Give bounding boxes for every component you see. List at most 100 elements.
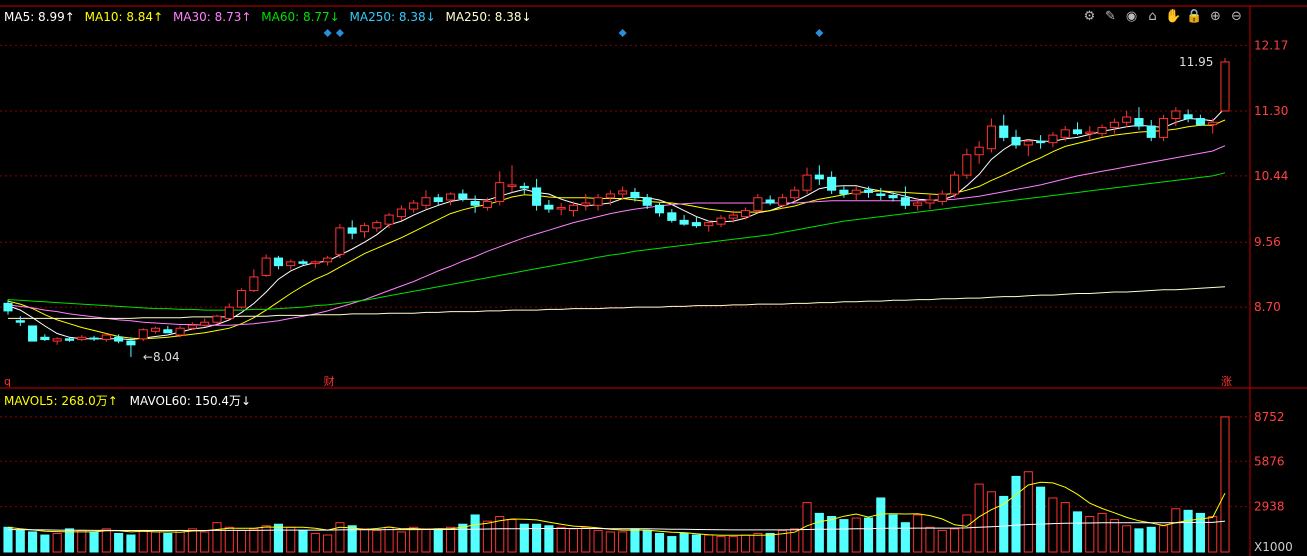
event-marker-diamond — [335, 29, 344, 37]
volume-bar — [495, 516, 505, 553]
candle-body — [495, 182, 505, 203]
ma250b-legend: MA250: 8.38↓ — [445, 10, 532, 24]
candle-body — [138, 329, 148, 340]
bottom-marker: q — [4, 375, 11, 388]
volume-bar — [396, 531, 406, 553]
volume-bar — [937, 529, 947, 553]
volume-bar — [335, 522, 345, 553]
volume-bar — [1023, 471, 1033, 553]
volume-bar — [507, 519, 517, 553]
volume-bar — [286, 526, 296, 553]
candle-body — [937, 193, 947, 203]
candle-body — [900, 197, 910, 206]
candle-body — [654, 204, 665, 214]
volume-bar — [581, 526, 591, 553]
price-tick-label: 12.17 — [1254, 38, 1288, 52]
ma-line-ma60 — [7, 172, 1226, 311]
candle-body — [445, 193, 456, 201]
candle-body — [544, 204, 554, 210]
volume-bar — [544, 525, 554, 553]
volume-bar — [568, 528, 579, 553]
ma60-legend: MA60: 8.77↓ — [261, 10, 340, 24]
candle-body — [1122, 116, 1132, 123]
candle-body — [150, 327, 161, 332]
zoom-out-icon[interactable]: ⊖ — [1228, 8, 1245, 25]
volume-bar — [618, 531, 628, 553]
candle-body — [224, 306, 234, 319]
volume-bar — [310, 532, 320, 553]
candle-body — [384, 214, 394, 225]
volume-unit-label: X1000 — [1254, 540, 1293, 554]
volume-bar — [790, 528, 800, 553]
candle-body — [568, 204, 579, 212]
settings-icon[interactable]: ⚙ — [1081, 8, 1098, 25]
volume-bar — [986, 491, 996, 553]
candle-body — [482, 201, 492, 209]
candle-body — [839, 189, 849, 195]
candle-body — [458, 193, 468, 199]
volume-bar — [64, 528, 75, 553]
chart-stage: MA5: 8.99↑ MA10: 8.84↑ MA30: 8.73↑ MA60:… — [0, 0, 1307, 556]
volume-bar — [1097, 512, 1107, 553]
mavol5-legend: MAVOL5: 268.0万↑ — [4, 394, 118, 408]
price-annotation: 11.95 — [1179, 55, 1213, 69]
candle-body — [777, 197, 788, 206]
volume-bar — [863, 517, 874, 553]
candle-body — [986, 125, 996, 150]
volume-bar — [175, 529, 185, 553]
candle-body — [1060, 129, 1070, 138]
volume-bar — [359, 528, 370, 553]
volume-bar — [347, 525, 357, 553]
candle-body — [765, 199, 775, 204]
price-annotation: ←8.04 — [143, 350, 180, 364]
candle-body — [605, 193, 615, 199]
volume-bar — [224, 526, 234, 553]
candle-body — [691, 222, 701, 227]
candle-body — [64, 338, 75, 341]
candle-body — [999, 125, 1009, 138]
volume-bar — [753, 532, 763, 553]
volume-bar — [827, 516, 837, 553]
candle-body — [1072, 129, 1083, 135]
volume-bar — [642, 529, 652, 553]
volume-ma-line-mavol5 — [7, 481, 1226, 536]
volume-bar — [765, 532, 775, 553]
candle-body — [89, 337, 99, 340]
bottom-marker: 财 — [324, 374, 335, 388]
candle-body — [1036, 140, 1046, 144]
ma5-legend: MA5: 8.99↑ — [4, 10, 75, 24]
volume-bar — [839, 519, 849, 553]
candle-body — [298, 261, 308, 264]
volume-bar — [89, 531, 99, 553]
bag-icon[interactable]: ⌂ — [1144, 8, 1161, 25]
hand-icon[interactable]: ✋ — [1165, 8, 1182, 25]
volume-bar — [1171, 508, 1181, 553]
candle-body — [52, 338, 62, 342]
volume-bar — [1208, 516, 1218, 553]
volume-bar — [802, 502, 812, 553]
candle-body — [249, 276, 259, 292]
eye-icon[interactable]: ◉ — [1123, 8, 1140, 25]
top-menu-strip-clipped — [0, 0, 1250, 6]
volume-bar — [605, 531, 615, 553]
candle-body — [28, 325, 38, 342]
volume-bar — [888, 514, 898, 553]
ma250-legend: MA250: 8.38↓ — [349, 10, 436, 24]
candle-body — [335, 227, 345, 255]
lock-icon[interactable]: 🔒 — [1186, 8, 1203, 25]
candle-body — [163, 329, 173, 334]
candle-body — [1097, 127, 1107, 135]
zoom-in-icon[interactable]: ⊕ — [1207, 8, 1224, 25]
candle-body — [925, 199, 935, 204]
pen-icon[interactable]: ✎ — [1102, 8, 1119, 25]
candle-body — [593, 197, 603, 206]
volume-bar — [1146, 526, 1156, 553]
ma30-legend: MA30: 8.73↑ — [172, 10, 252, 24]
candle-body — [359, 225, 370, 233]
volume-bar — [212, 522, 222, 553]
volume-bar — [1036, 486, 1046, 553]
volume-bar — [384, 526, 394, 553]
ma-line-ma5 — [7, 107, 1226, 341]
bottom-marker: 涨 — [1221, 375, 1232, 388]
volume-bar — [667, 536, 677, 553]
